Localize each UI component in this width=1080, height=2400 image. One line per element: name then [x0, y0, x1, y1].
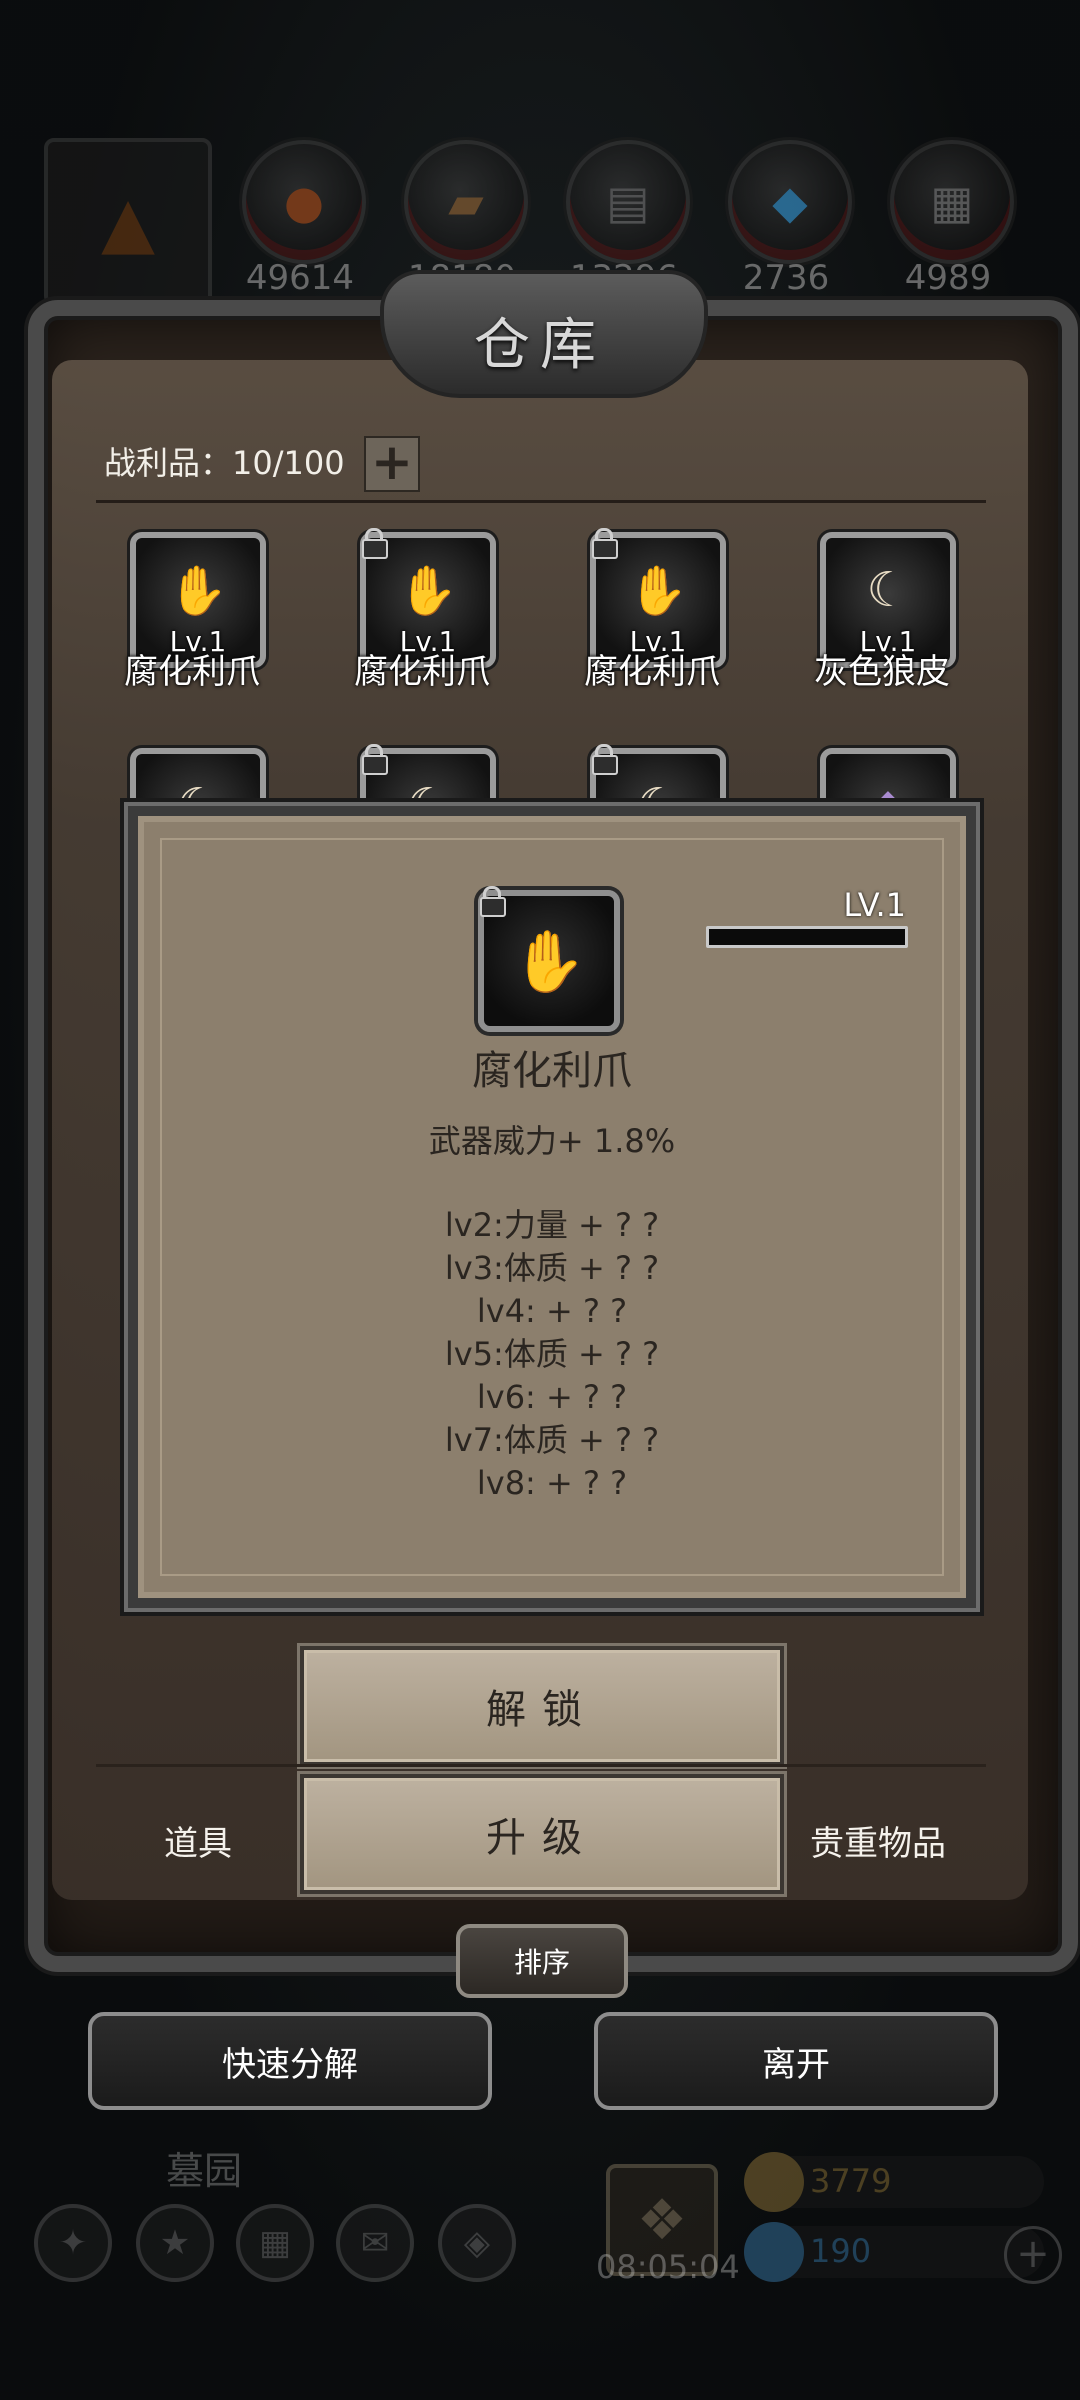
tab-items[interactable]: 道具: [164, 1816, 232, 1865]
gem-icon: [744, 2222, 804, 2282]
lock-icon: [590, 528, 618, 559]
claw-icon: ✋: [168, 562, 228, 619]
gold-coin-icon: [744, 2152, 804, 2212]
loot-capacity-label: 战利品：10/100: [104, 444, 345, 482]
castle-icon[interactable]: ▦: [236, 2204, 314, 2282]
level-line: lv3:体质 + ? ?: [444, 1249, 660, 1287]
level-progress-bar: [706, 926, 908, 948]
resource-iron: ▤: [566, 140, 690, 264]
detail-level-list: lv2:力量 + ? ? lv3:体质 + ? ? lv4: + ? ? lv5…: [138, 1204, 966, 1505]
gem-display: 190: [744, 2222, 1044, 2282]
mail-icon[interactable]: ✉: [336, 2204, 414, 2282]
resource-wood: ▰: [404, 140, 528, 264]
resource-count: 49614: [245, 258, 355, 298]
level-line: lv5:体质 + ? ?: [444, 1335, 660, 1373]
add-currency-button[interactable]: +: [1004, 2226, 1062, 2284]
hooded-hero-icon: ▲: [101, 181, 155, 263]
lock-icon: [590, 744, 618, 775]
level-line: lv8: + ? ?: [476, 1464, 628, 1502]
detail-level: LV.1: [843, 886, 906, 924]
lock-icon: [478, 886, 506, 917]
item-name: 腐化利爪: [584, 652, 720, 692]
item-detail-popup: ✋ LV.1 腐化利爪 武器威力+ 1.8% lv2:力量 + ? ? lv3:…: [128, 806, 976, 1608]
resource-meat: ●: [242, 140, 366, 264]
level-line: lv4: + ? ?: [476, 1292, 628, 1330]
upgrade-button[interactable]: 升级: [300, 1774, 784, 1894]
level-line: lv7:体质 + ? ?: [444, 1421, 660, 1459]
item-name: 腐化利爪: [124, 652, 260, 692]
gold-amount: 3779: [810, 2162, 892, 2200]
level-line: lv6: + ? ?: [476, 1378, 628, 1416]
lock-icon: [360, 744, 388, 775]
sort-button[interactable]: 排序: [456, 1924, 628, 1998]
crystal-icon: ◆: [772, 175, 808, 229]
iron-icon: ▤: [606, 175, 650, 229]
wolf-pelt-icon: ☾: [866, 562, 910, 618]
quick-decompose-button[interactable]: 快速分解: [88, 2012, 492, 2110]
star-icon[interactable]: ★: [136, 2204, 214, 2282]
expand-capacity-button[interactable]: +: [364, 436, 420, 492]
cube-icon[interactable]: ◈: [438, 2204, 516, 2282]
divider: [96, 1764, 986, 1767]
detail-item-name: 腐化利爪: [472, 1048, 632, 1094]
gem-amount: 190: [810, 2232, 872, 2270]
item-name: 腐化利爪: [354, 652, 490, 692]
hero-portrait[interactable]: ▲: [44, 138, 212, 306]
stone-icon: ▦: [930, 175, 974, 229]
tab-valuables[interactable]: 贵重物品: [810, 1816, 946, 1865]
detail-item-slot: ✋: [478, 886, 620, 1032]
meat-icon: ●: [283, 175, 325, 229]
claw-icon: ✋: [511, 926, 587, 997]
lock-icon: [360, 528, 388, 559]
divider: [96, 500, 986, 503]
area-name: 墓园: [166, 2149, 243, 2193]
level-line: lv2:力量 + ? ?: [444, 1206, 660, 1244]
resource-stone: ▦: [890, 140, 1014, 264]
claw-icon: ✋: [398, 562, 458, 619]
detail-bonus: 武器威力+ 1.8%: [428, 1122, 676, 1160]
settings-icon[interactable]: ✦: [34, 2204, 112, 2282]
claw-icon: ✋: [628, 562, 688, 619]
gift-timer: 08:05:04: [596, 2248, 740, 2286]
resource-crystal: ◆: [728, 140, 852, 264]
warehouse-title: 仓库: [474, 313, 606, 378]
gold-display: 3779: [744, 2152, 1044, 2212]
resource-count: 2736: [742, 258, 830, 298]
wood-icon: ▰: [448, 175, 484, 229]
leave-button[interactable]: 离开: [594, 2012, 998, 2110]
unlock-button[interactable]: 解锁: [300, 1646, 784, 1766]
resource-count: 4989: [904, 258, 992, 298]
item-name: 灰色狼皮: [814, 652, 950, 692]
